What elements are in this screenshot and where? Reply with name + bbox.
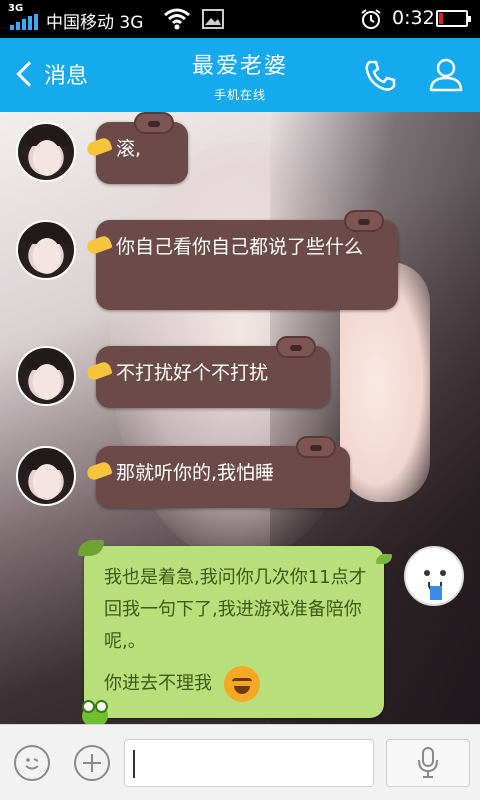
back-chevron-icon	[16, 61, 42, 87]
message-bubble-received[interactable]: 不打扰好个不打扰	[96, 336, 330, 408]
pig-bubble-decoration	[344, 210, 384, 232]
chat-area[interactable]: 滚, 你自己看你自己都说了些什么 不打扰好个不打扰 那就听你的,我怕睡 我也是着…	[0, 112, 480, 724]
contact-status: 手机在线	[213, 88, 266, 102]
message-bubble-received[interactable]: 你自己看你自己都说了些什么	[96, 210, 398, 310]
my-avatar[interactable]	[404, 546, 464, 606]
message-text: 不打扰好个不打扰	[116, 362, 269, 384]
contact-avatar[interactable]	[16, 220, 76, 280]
message-bubble-sent[interactable]: 我也是着急,我问你几次你11点才回我一句下了,我进游戏准备陪你呢,。 你进去不理…	[78, 540, 392, 724]
laughing-crying-emoji-icon	[223, 666, 260, 702]
profile-icon[interactable]	[426, 54, 466, 98]
pig-bubble-decoration	[134, 112, 174, 134]
message-bubble-received[interactable]: 滚,	[96, 112, 188, 184]
contact-avatar[interactable]	[16, 346, 76, 406]
message-text: 我也是着急,我问你几次你11点才回我一句下了,我进游戏准备陪你呢,。	[104, 567, 367, 652]
network-type: 3G	[8, 3, 24, 14]
message-text: 那就听你的,我怕睡	[116, 462, 275, 484]
chat-header: 消息 最爱老婆 手机在线	[0, 38, 480, 112]
wifi-icon	[164, 8, 190, 34]
pig-bubble-decoration	[296, 436, 336, 458]
leaf-decoration	[78, 540, 104, 556]
message-input[interactable]	[124, 739, 374, 787]
input-bar	[0, 724, 480, 800]
message-text: 你自己看你自己都说了些什么	[116, 236, 364, 258]
plus-icon	[83, 754, 101, 772]
plus-button[interactable]	[74, 745, 110, 781]
contact-name: 最爱老婆	[191, 54, 288, 79]
back-label: 消息	[44, 64, 89, 89]
alarm-icon	[360, 8, 382, 34]
image-icon	[202, 9, 224, 33]
contact-avatar[interactable]	[16, 446, 76, 506]
back-button[interactable]: 消息	[10, 54, 88, 94]
message-text-line2: 你进去不理我	[104, 673, 212, 694]
contact-avatar[interactable]	[16, 122, 76, 182]
status-bar: 3G 中国移动 3G 0:32	[0, 0, 480, 38]
message-text: 滚,	[116, 138, 142, 160]
carrier-label: 中国移动 3G	[46, 13, 144, 33]
signal-icon	[10, 14, 38, 30]
voice-button[interactable]	[386, 739, 470, 787]
emoji-icon	[25, 758, 39, 770]
battery-icon	[436, 10, 471, 27]
microphone-icon	[418, 747, 438, 778]
clock-time: 0:32	[392, 7, 435, 29]
emoji-button[interactable]	[14, 745, 50, 781]
message-bubble-received[interactable]: 那就听你的,我怕睡	[96, 436, 350, 508]
phone-call-icon[interactable]	[360, 56, 400, 100]
frog-decoration	[82, 700, 108, 724]
pig-bubble-decoration	[276, 336, 316, 358]
